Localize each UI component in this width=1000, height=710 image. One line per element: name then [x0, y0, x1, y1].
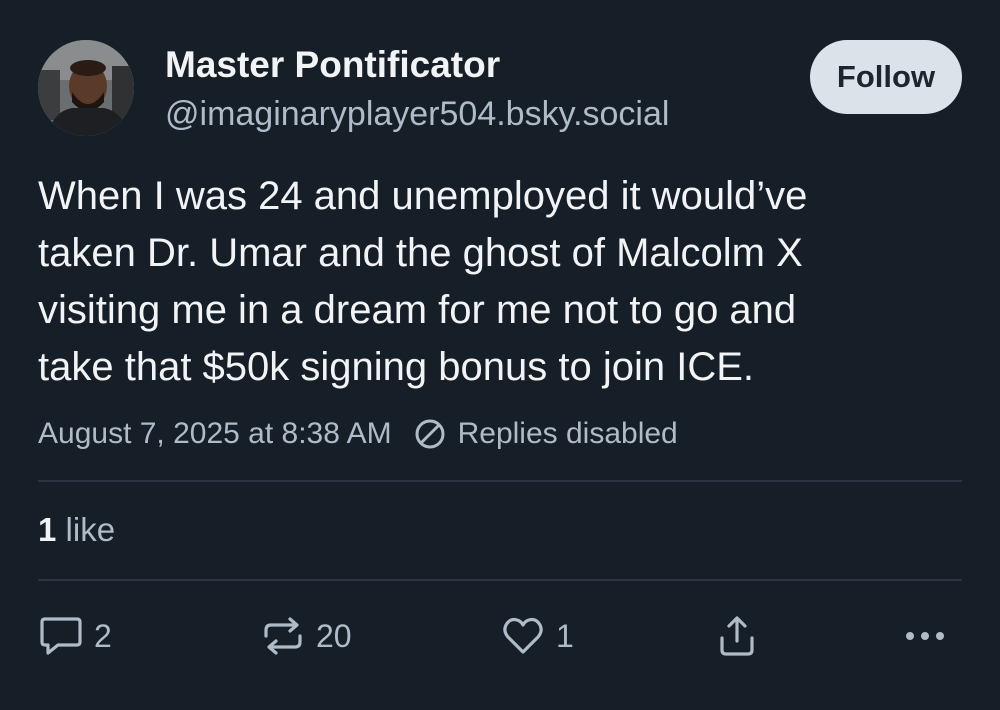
- more-options-button[interactable]: [902, 612, 948, 660]
- divider-top: [38, 480, 962, 482]
- likes-summary[interactable]: 1 like: [38, 511, 115, 549]
- like-count: 1: [556, 617, 574, 654]
- follow-button[interactable]: Follow: [810, 40, 962, 114]
- share-upload-icon: [720, 616, 754, 656]
- author-avatar[interactable]: [38, 40, 134, 136]
- post-text: When I was 24 and unemployed it would’ve…: [38, 174, 808, 389]
- repost-count: 20: [316, 617, 352, 654]
- share-button[interactable]: [714, 612, 760, 660]
- likes-summary-count: 1: [38, 511, 57, 548]
- circle-slash-icon: [415, 419, 445, 449]
- more-dots-icon: [906, 632, 944, 640]
- divider-bottom: [38, 579, 962, 581]
- avatar-image: [38, 40, 134, 136]
- likes-summary-label: like: [65, 511, 116, 548]
- post-actions: 2 20 1: [38, 612, 962, 660]
- repost-button[interactable]: 20: [260, 612, 352, 660]
- like-button[interactable]: 1: [500, 612, 574, 660]
- author-display-name[interactable]: Master Pontificator: [165, 44, 500, 86]
- speech-bubble-icon: [40, 617, 82, 655]
- post-timestamp: August 7, 2025 at 8:38 AM: [38, 417, 392, 450]
- reply-button[interactable]: 2: [38, 612, 112, 660]
- replies-status-label: Replies disabled: [457, 417, 678, 450]
- replies-status: Replies disabled: [414, 417, 678, 451]
- author-handle[interactable]: @imaginaryplayer504.bsky.social: [165, 95, 669, 134]
- post-meta: August 7, 2025 at 8:38 AM Replies disabl…: [38, 414, 678, 454]
- reply-count: 2: [94, 617, 112, 654]
- heart-icon: [503, 617, 543, 654]
- repost-arrows-icon: [264, 617, 302, 655]
- post-view: Master Pontificator @imaginaryplayer504.…: [0, 0, 1000, 710]
